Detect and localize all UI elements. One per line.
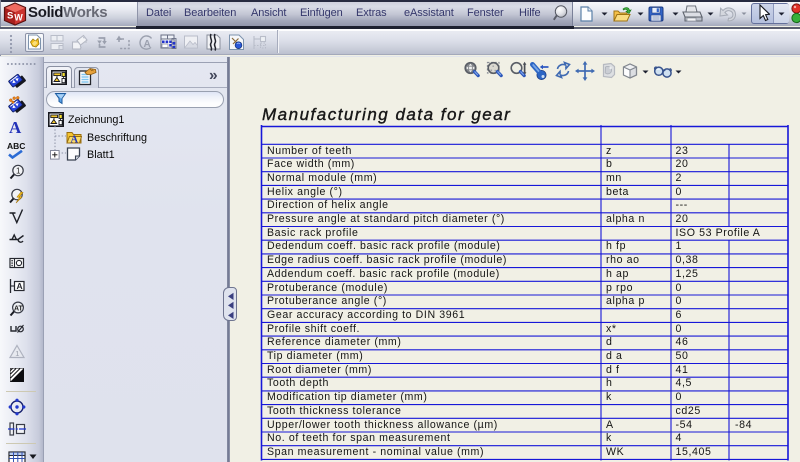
svg-text:A: A xyxy=(17,281,23,291)
svg-text:AT: AT xyxy=(14,305,24,312)
svg-text:1: 1 xyxy=(16,167,21,176)
svg-text:1: 1 xyxy=(15,349,19,358)
svg-text:A: A xyxy=(71,134,79,144)
svg-text:W: W xyxy=(14,12,23,22)
svg-text:A: A xyxy=(144,39,151,50)
svg-text:S: S xyxy=(7,11,13,22)
